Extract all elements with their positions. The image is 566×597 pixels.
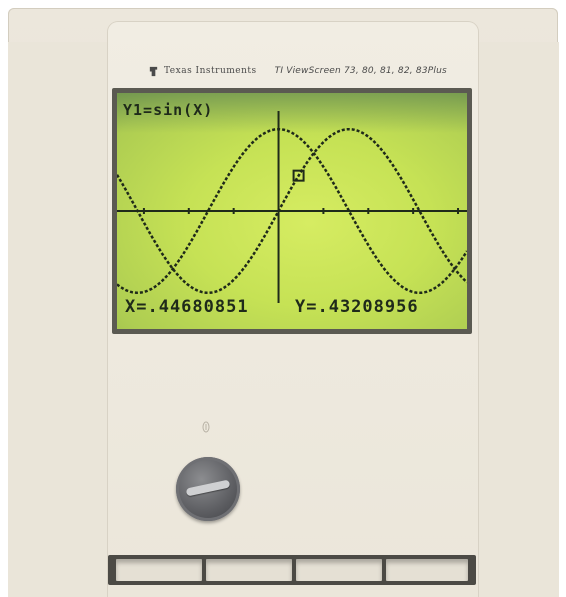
texas-instruments-logo-icon (149, 66, 158, 76)
graph-plot (117, 111, 467, 303)
brand: Texas Instruments (148, 66, 257, 77)
y-readout: Y=.43208956 (295, 297, 419, 317)
bottom-slot-3 (296, 559, 382, 581)
lcd-screen: Y1=sin(X) X=.44680851 Y=.43208956 (117, 93, 467, 329)
brand-name: Texas Instruments (164, 66, 257, 76)
device-header: Texas Instruments TI ViewScreen 73, 80, … (112, 56, 474, 86)
right-side-panel (478, 42, 559, 597)
model-label: TI ViewScreen 73, 80, 81, 82, 83Plus (274, 66, 447, 76)
equation-label: Y1=sin(X) (123, 101, 214, 119)
indicator-mark-icon (202, 421, 210, 433)
bottom-slot-4 (386, 559, 468, 581)
bottom-slot-1 (116, 559, 202, 581)
x-readout: X=.44680851 (125, 297, 249, 317)
bottom-slot-2 (206, 559, 292, 581)
left-side-panel (8, 42, 109, 597)
